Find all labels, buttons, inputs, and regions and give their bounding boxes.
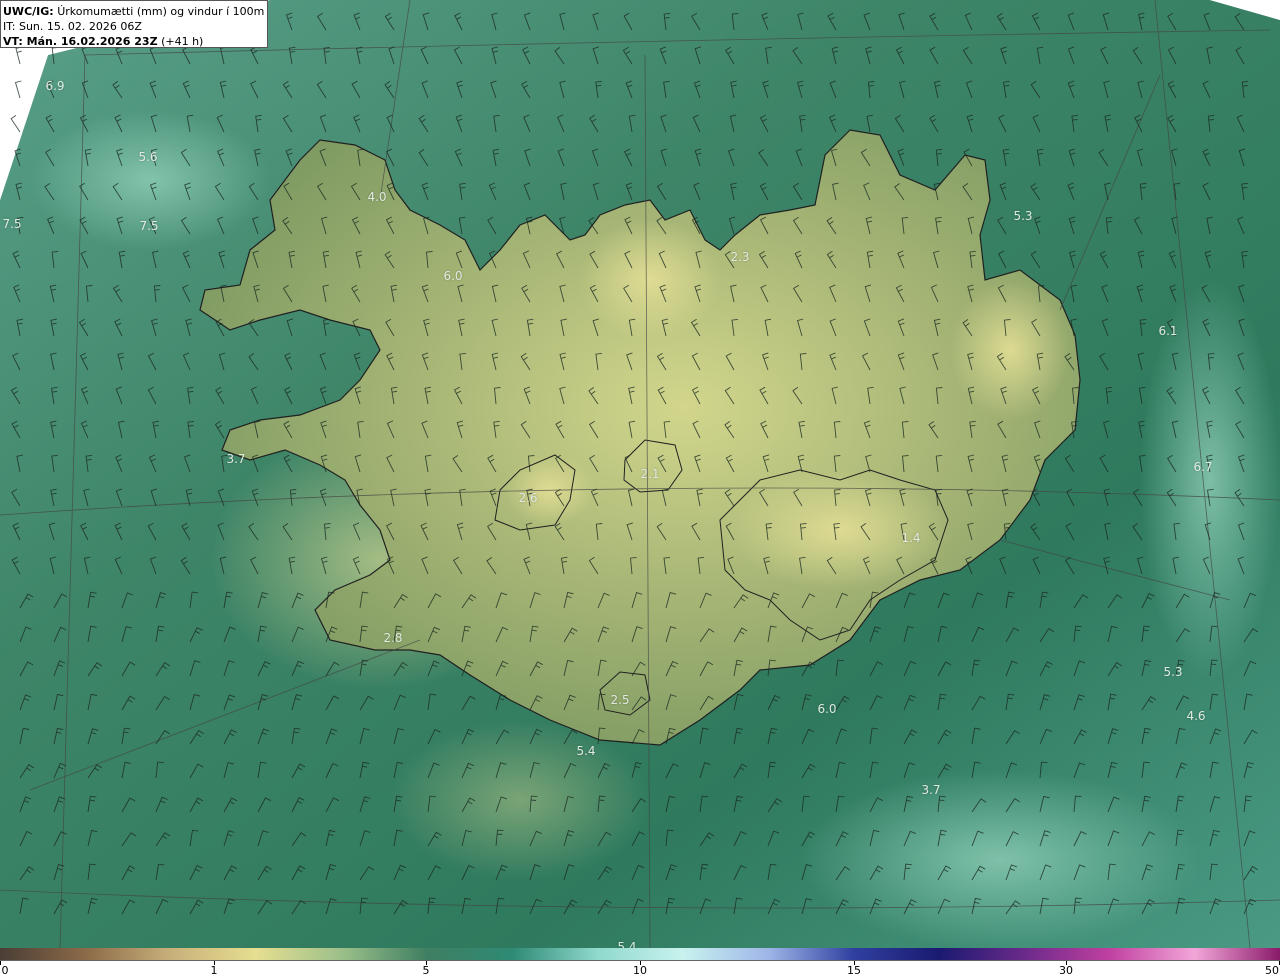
precip-value-label: 5.3 <box>1013 209 1033 223</box>
precip-value-label: 2.6 <box>518 491 538 505</box>
precip-value-label: 4.0 <box>367 190 387 204</box>
precip-value-label: 2.5 <box>610 693 630 707</box>
model-name: UWC/IG: <box>3 5 54 18</box>
precip-value-label: 6.0 <box>443 269 463 283</box>
map-info-box: UWC/IG: Úrkomumætti (mm) og vindur í 100… <box>0 0 268 48</box>
colorbar-label: 1 <box>210 964 218 977</box>
precip-value-label: 6.9 <box>45 79 65 93</box>
precip-value-label: 5.4 <box>576 744 596 758</box>
colorbar-label: 10 <box>633 964 647 977</box>
precip-value-label: 3.7 <box>921 783 941 797</box>
precip-value-label: 6.0 <box>817 702 837 716</box>
precip-value-label: 7.5 <box>2 217 22 231</box>
colorbar-strip <box>0 948 1280 961</box>
precip-value-label: 2.8 <box>383 631 403 645</box>
forecast-offset: (+41 h) <box>161 35 204 48</box>
colorbar-label: 50 <box>1265 964 1279 977</box>
colorbar-label: 5 <box>422 964 430 977</box>
precip-value-label: 6.1 <box>1158 324 1178 338</box>
product-title: Úrkomumætti (mm) og vindur í 100m hæð <box>57 5 265 18</box>
precip-value-label: 5.3 <box>1163 665 1183 679</box>
init-time: Sun. 15. 02. 2026 06Z <box>18 20 142 33</box>
precip-value-label: 7.5 <box>139 219 159 233</box>
precip-value-label: 6.7 <box>1193 460 1213 474</box>
precip-value-label: 2.3 <box>730 250 750 264</box>
precip-value-label: 4.6 <box>1186 709 1206 723</box>
valid-time: VT: Mán. 16.02.2026 23Z <box>3 35 158 48</box>
init-label: IT: <box>3 20 16 33</box>
colorbar-label: 15 <box>847 964 861 977</box>
precip-value-label: 3.7 <box>226 452 246 466</box>
precip-value-label: 5.6 <box>138 150 158 164</box>
precip-value-label: 2.1 <box>640 467 660 481</box>
colorbar-label: 0 <box>1 964 9 977</box>
colorbar: 0 1 5 10 15 30 50 <box>0 948 1280 978</box>
precip-value-label: 1.4 <box>901 531 921 545</box>
colorbar-label: 30 <box>1059 964 1073 977</box>
